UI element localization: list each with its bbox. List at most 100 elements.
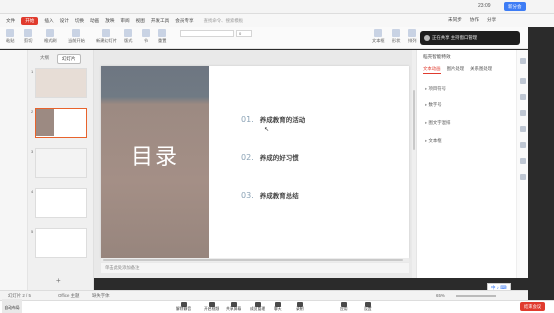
menu-slideshow[interactable]: 放映 — [105, 18, 114, 24]
share-button[interactable]: 分享 — [487, 17, 496, 23]
slide-thumb-2[interactable]: 2 — [31, 108, 87, 138]
left-rail — [0, 50, 28, 290]
meeting-top-bar: 23:09 新分会 — [0, 0, 554, 14]
chat-button[interactable]: 聊天 — [274, 302, 282, 312]
meeting-time: 23:09 — [478, 3, 491, 9]
presenter-tile[interactable]: 自动布局 — [2, 299, 22, 313]
tab-image-processing[interactable]: 图片处理 — [447, 66, 465, 74]
new-slide-button[interactable]: 新建幻灯片 — [96, 29, 117, 44]
tab-text-animation[interactable]: 文本动画 — [423, 66, 441, 74]
font-size-select[interactable]: 0 — [236, 30, 252, 37]
tab-outline[interactable]: 大纲 — [36, 54, 53, 64]
zoom-slider[interactable] — [456, 295, 496, 297]
pane-item-bullets[interactable]: 项目符号 — [425, 86, 446, 92]
arrange-button[interactable]: 排列 — [408, 29, 416, 44]
smart-effects-pane: 稻壳智能特效 文本动画 图片处理 关系图处理 项目符号 数字号 图文字混排 文本… — [416, 50, 516, 278]
panel-tabs: 大纲 幻灯片 — [36, 54, 81, 64]
end-meeting-button[interactable]: 结束会议 — [520, 302, 546, 311]
toc-label: 养成的好习惯 — [259, 155, 299, 162]
settings-icon[interactable] — [520, 142, 526, 148]
toc-item-1[interactable]: 01. 养成教育的活动 — [241, 114, 305, 124]
sync-status[interactable]: 未同步 — [448, 17, 462, 23]
pane-title: 稻壳智能特效 — [423, 54, 451, 59]
missing-font-link[interactable]: 缺失字体 — [92, 293, 110, 299]
tab-slides[interactable]: 幻灯片 — [57, 54, 81, 64]
cut-button[interactable]: 剪切 — [24, 29, 32, 44]
toc-number: 02. — [241, 153, 254, 162]
pin-icon[interactable] — [520, 78, 526, 84]
format-painter-button[interactable]: 格式刷 — [44, 29, 57, 44]
menu-transition[interactable]: 切换 — [75, 18, 84, 24]
start-current-button[interactable]: 当前开始 — [68, 29, 85, 44]
menu-animation[interactable]: 动画 — [90, 18, 99, 24]
theme-name: Office 主题 — [58, 293, 80, 298]
section-icon — [142, 29, 150, 37]
share-icon[interactable] — [520, 174, 526, 180]
slide-thumb-3[interactable]: 3 — [31, 148, 87, 178]
menu-file[interactable]: 文件 — [6, 18, 15, 24]
collab-button[interactable]: 协作 — [470, 17, 479, 23]
settings-button[interactable]: 设置 — [364, 302, 372, 312]
menu-design[interactable]: 设计 — [60, 18, 69, 24]
slide-thumb-4[interactable]: 4 — [31, 188, 87, 218]
menu-home[interactable]: 开始 — [21, 16, 39, 25]
mouse-cursor-icon: ↖ — [264, 127, 270, 133]
layout-icon — [124, 29, 133, 37]
menu-insert[interactable]: 插入 — [44, 18, 53, 24]
zoom-level[interactable]: 65% — [436, 293, 445, 298]
shape-icon — [392, 29, 401, 37]
unmute-button[interactable]: 解除静音 — [176, 302, 191, 312]
textbox-button[interactable]: 文本框 — [372, 29, 385, 44]
slide-thumb-1[interactable]: 1 — [31, 68, 87, 98]
toc-label: 养成教育总结 — [259, 193, 299, 200]
paste-button[interactable]: 粘贴 — [6, 29, 14, 44]
horizontal-scrollbar[interactable] — [101, 258, 409, 262]
current-slide[interactable]: 目录 01. 养成教育的活动 ↖ 02. 养成的好习惯 03. 养成教育总结 — [101, 66, 409, 258]
menu-developer[interactable]: 开发工具 — [151, 18, 169, 24]
font-name-select[interactable] — [180, 30, 234, 37]
tab-relation-diagram[interactable]: 关系图处理 — [470, 66, 492, 74]
toc-number: 03. — [241, 191, 254, 200]
members-button[interactable]: 成员管理 — [250, 302, 265, 312]
arrange-icon — [408, 29, 417, 37]
reset-button[interactable]: 重置 — [158, 29, 166, 44]
slide-title[interactable]: 目录 — [101, 139, 209, 171]
textbox-icon — [374, 29, 383, 37]
new-slide-icon — [102, 29, 111, 37]
toc-number: 01. — [241, 115, 254, 124]
share-screen-button[interactable]: 共享屏幕 — [226, 302, 241, 312]
play-icon — [72, 29, 81, 37]
pane-item-mixed-layout[interactable]: 图文字混排 — [425, 120, 450, 126]
video-button[interactable]: 开启视频 — [204, 302, 219, 312]
apps-button[interactable]: 应用 — [340, 302, 348, 312]
right-toolbar — [516, 50, 528, 278]
toc-item-2[interactable]: 02. 养成的好习惯 — [241, 152, 299, 162]
slides-panel: 大纲 幻灯片 1 2 3 4 5 + — [28, 50, 94, 290]
menu-view[interactable]: 视图 — [136, 18, 145, 24]
pane-item-numbers[interactable]: 数字号 — [425, 102, 441, 108]
effects-icon[interactable] — [520, 58, 526, 64]
library-icon[interactable] — [520, 158, 526, 164]
section-button[interactable]: 节 — [142, 29, 150, 44]
toc-item-3[interactable]: 03. 养成教育总结 — [241, 190, 299, 200]
notes-field[interactable]: 单击此处添加备注 — [101, 263, 409, 273]
host-badge[interactable]: 新分会 — [504, 2, 526, 11]
toc-label: 养成教育的活动 — [259, 117, 306, 124]
properties-icon[interactable] — [520, 94, 526, 100]
menu-review[interactable]: 审阅 — [120, 18, 129, 24]
add-slide-button[interactable]: + — [56, 276, 61, 285]
reset-icon — [158, 29, 167, 37]
slide-canvas[interactable]: 目录 01. 养成教育的活动 ↖ 02. 养成的好习惯 03. 养成教育总结 单… — [94, 50, 414, 278]
animation-icon[interactable] — [520, 110, 526, 116]
layout-button[interactable]: 版式 — [124, 29, 132, 44]
brush-icon — [46, 29, 55, 37]
record-button[interactable]: 录制 — [296, 302, 304, 312]
pane-item-textbox[interactable]: 文本框 — [425, 138, 441, 144]
slide-thumb-5[interactable]: 5 — [31, 228, 87, 258]
menu-member[interactable]: 会员专享 — [175, 18, 193, 24]
shape-button[interactable]: 形状 — [392, 29, 400, 44]
share-toast[interactable]: 正在共享 主持窗口管理 — [420, 31, 520, 45]
template-icon[interactable] — [520, 126, 526, 132]
command-search[interactable]: 查找命令、搜索模板 — [204, 18, 244, 24]
pane-tabs: 文本动画 图片处理 关系图处理 — [423, 66, 492, 74]
